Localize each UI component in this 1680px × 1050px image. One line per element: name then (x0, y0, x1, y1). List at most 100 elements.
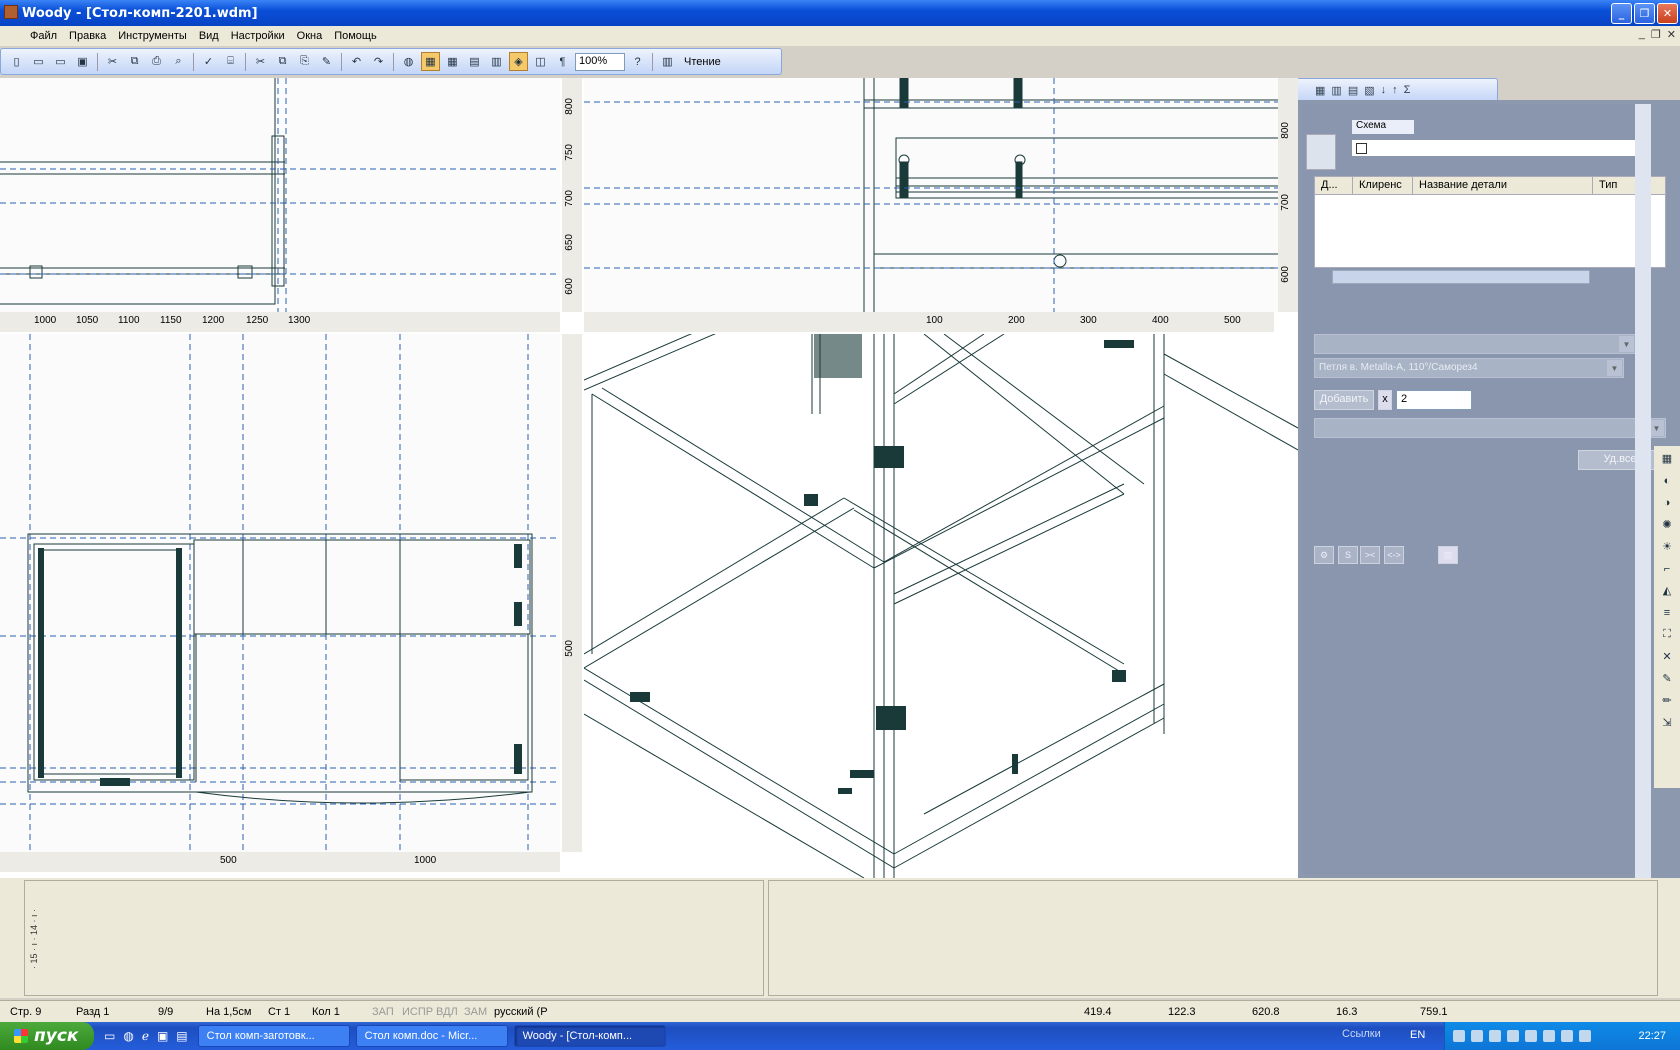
autosum-icon[interactable]: Σ (1404, 84, 1411, 96)
folder-icon[interactable]: ▤ (176, 1029, 187, 1043)
antivirus-icon[interactable] (1489, 1030, 1501, 1042)
status-ext[interactable]: ВДЛ (436, 1006, 464, 1018)
tables-borders-icon[interactable]: ▦ (421, 52, 440, 71)
help-icon[interactable]: ? (628, 52, 647, 71)
menu-help[interactable]: Помощь (328, 30, 383, 42)
fitting-combo[interactable]: Петля в. Metalla-A, 110°/Саморез4 ▼ (1314, 358, 1624, 378)
task-word-blank[interactable]: Стол комп-заготовк... (197, 1025, 350, 1047)
quantity-field[interactable]: 2 (1396, 390, 1472, 410)
schema-checkbox[interactable] (1356, 143, 1367, 154)
sort-desc-icon[interactable]: ↑ (1392, 84, 1398, 96)
ie-icon[interactable]: ℯ (142, 1029, 149, 1043)
cut2-icon[interactable]: ✂ (251, 52, 270, 71)
collapse-button[interactable]: >< (1360, 546, 1380, 564)
col-header-part-name[interactable]: Название детали (1413, 177, 1593, 194)
3d-view[interactable] (584, 334, 1298, 878)
network-icon[interactable] (1453, 1030, 1465, 1042)
insert-table-icon[interactable]: ▦ (443, 52, 462, 71)
show-hide-icon[interactable]: ¶ (553, 52, 572, 71)
menu-edit[interactable]: Правка (63, 30, 112, 42)
menu-tools[interactable]: Инструменты (112, 30, 193, 42)
research-icon[interactable]: ⌸ (221, 52, 240, 71)
minimize-button[interactable]: _ (1611, 3, 1632, 24)
battery-icon[interactable] (1561, 1030, 1573, 1042)
front-view[interactable] (0, 334, 560, 852)
task-word-doc[interactable]: Стол комп.doc - Micr... (355, 1025, 508, 1047)
mdi-minimize-button[interactable]: _ (1639, 28, 1645, 41)
menu-view[interactable]: Вид (193, 30, 225, 42)
maximize-button[interactable]: ❐ (1634, 3, 1655, 24)
links-toolbar[interactable]: Ссылки (1342, 1028, 1381, 1040)
format-painter-icon[interactable]: ✎ (317, 52, 336, 71)
schema-label[interactable]: Схема (1352, 120, 1414, 134)
zoom-fit-icon[interactable]: ⛶ (1658, 626, 1676, 643)
col-header-type[interactable]: Тип (1593, 177, 1663, 194)
media-icon[interactable]: ▣ (157, 1029, 168, 1043)
sun-icon[interactable]: ☀ (1658, 538, 1676, 555)
status-rec[interactable]: ЗАП (372, 1006, 402, 1018)
open-folder-icon[interactable]: ▭ (29, 52, 48, 71)
cross-icon[interactable]: ✕ (1658, 648, 1676, 665)
add-button[interactable]: Добавить (1314, 390, 1374, 410)
s-button[interactable]: S (1338, 546, 1358, 564)
paint-icon[interactable]: ✎ (1658, 670, 1676, 687)
mdi-close-button[interactable]: ✕ (1667, 28, 1676, 41)
menu-windows[interactable]: Окна (291, 30, 329, 42)
clipboard-icon[interactable]: ▤ (1438, 546, 1458, 564)
table-scrollbar[interactable] (1332, 270, 1590, 284)
col-header-d[interactable]: Д... (1315, 177, 1353, 194)
copy-icon[interactable]: ⧉ (125, 52, 144, 71)
paste-icon[interactable]: ⎘ (295, 52, 314, 71)
start-button[interactable]: пуск (0, 1022, 94, 1050)
new-document-icon[interactable]: ▯ (7, 52, 26, 71)
expand-button[interactable]: <-> (1384, 546, 1404, 564)
copy2-icon[interactable]: ⧉ (273, 52, 292, 71)
hyperlink-icon[interactable]: ◍ (399, 52, 418, 71)
clock-icon[interactable] (1579, 1030, 1591, 1042)
contrast-icon[interactable]: ◐ (1658, 472, 1676, 489)
panel-scrollbar[interactable] (1635, 104, 1651, 878)
table-insert-icon[interactable]: ▦ (1315, 84, 1325, 97)
save-icon[interactable]: ▣ (73, 52, 92, 71)
table-autoformat-icon[interactable]: ▧ (1364, 84, 1374, 97)
layout-icon[interactable]: ▦ (1658, 450, 1676, 467)
shade-icon[interactable]: ◑ (1658, 494, 1676, 511)
top-left-view[interactable] (0, 78, 560, 312)
show-desktop-icon[interactable]: ▭ (104, 1029, 115, 1043)
top-right-view[interactable] (584, 78, 1298, 312)
browser-icon[interactable]: ◍ (123, 1029, 133, 1043)
language-indicator[interactable]: EN (1410, 1029, 1425, 1041)
export-icon[interactable]: ⇲ (1658, 714, 1676, 731)
menu-file[interactable]: Файл (24, 30, 63, 42)
light-icon[interactable]: ✺ (1658, 516, 1676, 533)
menu-settings[interactable]: Настройки (225, 30, 291, 42)
woody-app-icon[interactable] (4, 5, 18, 19)
redo-icon[interactable]: ↷ (369, 52, 388, 71)
schema-field[interactable] (1352, 140, 1638, 156)
table-columns-icon[interactable]: ▥ (1331, 84, 1341, 97)
print-preview-icon[interactable]: ⌕ (169, 52, 188, 71)
status-trk[interactable]: ИСПР (402, 1006, 436, 1018)
sort-asc-icon[interactable]: ↓ (1381, 84, 1387, 96)
type-combo[interactable]: ▼ (1314, 334, 1636, 354)
pencil-icon[interactable]: ✏ (1658, 692, 1676, 709)
insert-excel-icon[interactable]: ▤ (465, 52, 484, 71)
undo-icon[interactable]: ↶ (347, 52, 366, 71)
status-ovr[interactable]: ЗАМ (464, 1006, 494, 1018)
table-chart-icon[interactable]: ▤ (1348, 84, 1358, 97)
document-page-left[interactable]: · 15 · ı · 14 · ı · (24, 880, 764, 996)
volume-icon[interactable] (1471, 1030, 1483, 1042)
axis-icon[interactable]: ⌐ (1658, 560, 1676, 577)
folder-icon[interactable]: ▭ (51, 52, 70, 71)
close-button[interactable]: ✕ (1657, 3, 1678, 24)
update-icon[interactable] (1507, 1030, 1519, 1042)
document-map-icon[interactable]: ◫ (531, 52, 550, 71)
mdi-restore-button[interactable]: ❐ (1651, 28, 1661, 41)
settings-icon[interactable]: ⚙ (1314, 546, 1334, 564)
reading-button[interactable]: Чтение (680, 56, 725, 68)
col-header-clearance[interactable]: Клиренс (1353, 177, 1413, 194)
zoom-select[interactable]: 100% (575, 52, 625, 71)
cut-icon[interactable]: ✂ (103, 52, 122, 71)
clock[interactable]: 22:27 (1638, 1030, 1666, 1042)
security-icon[interactable] (1525, 1030, 1537, 1042)
